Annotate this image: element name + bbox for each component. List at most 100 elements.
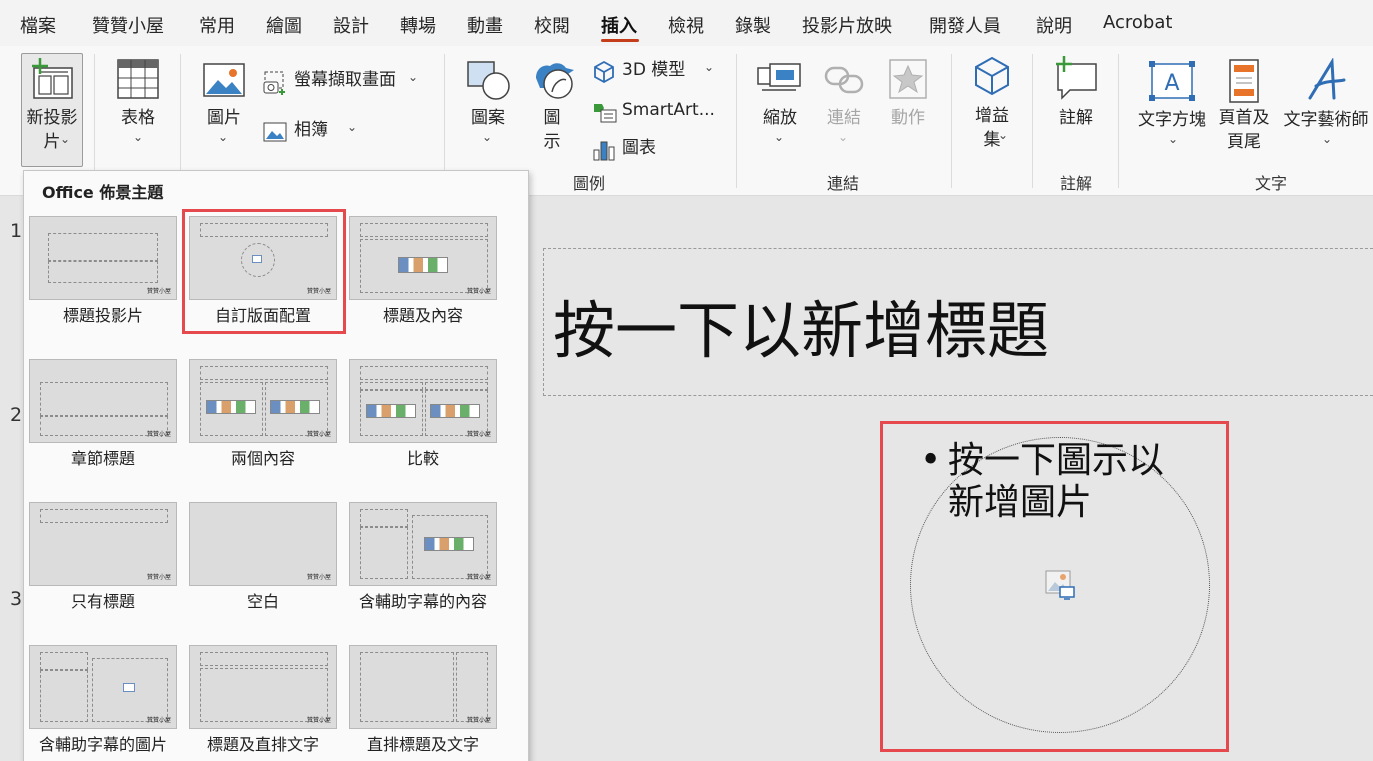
new-slide-icon (32, 58, 73, 99)
screenshot-button[interactable]: 螢幕擷取畫面 ⌄ (262, 68, 422, 96)
header-footer-button[interactable]: 頁首及 頁尾 (1214, 56, 1274, 166)
menu-review[interactable]: 校閱 (534, 12, 570, 38)
hexagon-addins-icon (975, 56, 1009, 96)
chevron-down-icon: ⌄ (133, 130, 144, 144)
cube-icon (594, 60, 614, 84)
chevron-down-icon: ⌄ (408, 70, 419, 84)
screenshot-icon (263, 71, 285, 95)
table-button[interactable]: 表格 ⌄ (108, 56, 168, 166)
layout-thumbnail: 贊贊小屋 (29, 645, 177, 729)
layout-thumbnail: 贊贊小屋 (349, 502, 497, 586)
screenshot-label: 螢幕擷取畫面 (294, 70, 396, 90)
textbox-icon: A (1149, 61, 1195, 101)
menu-file[interactable]: 檔案 (20, 12, 56, 38)
3d-model-label: 3D 模型 (622, 60, 686, 80)
logo-stamp: 贊贊小屋 (306, 717, 331, 724)
3d-model-button[interactable]: 3D 模型 ⌄ (592, 58, 722, 86)
chart-button[interactable]: 圖表 (592, 136, 692, 164)
header-footer-label: 頁首及 頁尾 (1218, 108, 1270, 152)
photo-album-button[interactable]: 相簿 ⌄ (262, 118, 362, 146)
group-label-links: 連結 (826, 174, 859, 193)
shapes-icon (467, 61, 510, 100)
comment-label: 註解 (1059, 108, 1093, 128)
link-button[interactable]: 連結 ⌄ (818, 56, 870, 166)
content-highlight-box (880, 421, 1229, 752)
wordart-button[interactable]: 文字藝術師 ⌄ (1280, 56, 1372, 166)
chevron-down-icon: ⌄ (704, 60, 715, 74)
layout-thumbnail: 贊贊小屋 (29, 502, 177, 586)
menu-help[interactable]: 說明 (1036, 12, 1072, 38)
separator (1032, 54, 1033, 188)
logo-stamp: 贊贊小屋 (466, 717, 491, 724)
bird-icon (536, 63, 574, 99)
layout-name: 含輔助字幕的圖片 (38, 735, 167, 754)
menu-record[interactable]: 錄製 (735, 12, 771, 38)
layout-thumbnail: 贊贊小屋 (349, 359, 497, 443)
separator (444, 54, 445, 188)
layout-name: 標題及內容 (382, 306, 463, 325)
menu-draw[interactable]: 繪圖 (266, 12, 302, 38)
menu-acrobat[interactable]: Acrobat (1103, 12, 1172, 33)
textbox-button[interactable]: A 文字方塊 ⌄ (1132, 56, 1212, 166)
new-slide-label: 新投影 片 (26, 108, 78, 152)
new-slide-button[interactable]: 新投影 片 ⌄ (21, 53, 83, 167)
menu-slideshow[interactable]: 投影片放映 (802, 12, 892, 38)
picture-icon (203, 63, 245, 97)
logo-stamp: 贊贊小屋 (146, 431, 171, 438)
comment-button[interactable]: 註解 (1048, 56, 1104, 166)
menu-transitions[interactable]: 轉場 (400, 12, 436, 38)
layout-name: 兩個內容 (230, 449, 295, 468)
active-tab-underline (601, 39, 639, 42)
menu-animations[interactable]: 動畫 (467, 12, 503, 38)
chevron-down-icon: ⌄ (482, 130, 493, 144)
menu-zanzan[interactable]: 贊贊小屋 (92, 12, 164, 38)
layout-thumbnail: 贊贊小屋 (189, 359, 337, 443)
smartart-button[interactable]: SmartArt... (592, 98, 722, 126)
comment-icon (1056, 56, 1097, 100)
picture-label: 圖片 (207, 108, 241, 128)
photo-album-label: 相簿 (294, 120, 328, 140)
menu-view[interactable]: 檢視 (668, 12, 704, 38)
icons-label: 圖 示 (543, 108, 561, 152)
addins-label: 增益 集 (975, 106, 1009, 150)
picture-button[interactable]: 圖片 ⌄ (198, 56, 250, 166)
layout-thumbnail: 贊贊小屋 (29, 216, 177, 300)
menu-bar: 檔案 贊贊小屋 常用 繪圖 設計 轉場 動畫 校閱 插入 檢視 錄製 投影片放映… (0, 0, 1373, 46)
layout-thumbnail: 贊贊小屋 (349, 216, 497, 300)
shapes-button[interactable]: 圖案 ⌄ (460, 56, 516, 166)
chevron-down-icon: ⌄ (998, 128, 1009, 142)
slide-title[interactable]: 按一下以新增標題 (553, 280, 1049, 370)
zoom-label: 縮放 (763, 108, 797, 128)
logo-stamp: 贊贊小屋 (306, 431, 331, 438)
layout-thumbnail: 贊贊小屋 (189, 645, 337, 729)
menu-developer[interactable]: 開發人員 (929, 12, 1001, 38)
table-label: 表格 (121, 108, 155, 128)
icons-button[interactable]: 圖 示 (526, 56, 578, 166)
gallery-title: Office 佈景主題 (42, 183, 164, 202)
layout-thumbnail: 贊贊小屋 (189, 502, 337, 586)
chevron-down-icon: ⌄ (1322, 132, 1333, 146)
layout-name: 空白 (246, 592, 279, 611)
layout-highlight-box (182, 209, 346, 334)
chevron-down-icon: ⌄ (838, 130, 849, 144)
separator (951, 54, 952, 188)
separator (180, 54, 181, 188)
action-label: 動作 (891, 108, 925, 128)
logo-stamp: 贊贊小屋 (146, 574, 171, 581)
layout-name: 章節標題 (70, 449, 135, 468)
layout-thumbnail: 贊贊小屋 (29, 359, 177, 443)
logo-stamp: 贊贊小屋 (146, 288, 171, 295)
chevron-down-icon: ⌄ (1168, 132, 1179, 146)
separator (94, 54, 95, 188)
chevron-down-icon: ⌄ (347, 120, 358, 134)
layout-name: 標題及直排文字 (206, 735, 319, 754)
logo-stamp: 贊贊小屋 (146, 717, 171, 724)
menu-insert[interactable]: 插入 (601, 12, 637, 38)
layout-name: 含輔助字幕的內容 (358, 592, 487, 611)
menu-design[interactable]: 設計 (333, 12, 369, 38)
action-button[interactable]: 動作 (882, 56, 934, 166)
zoom-button[interactable]: 縮放 ⌄ (752, 56, 808, 166)
menu-home[interactable]: 常用 (199, 12, 235, 38)
smartart-icon (594, 104, 617, 123)
addins-button[interactable]: 增益 集 ⌄ (964, 56, 1020, 166)
